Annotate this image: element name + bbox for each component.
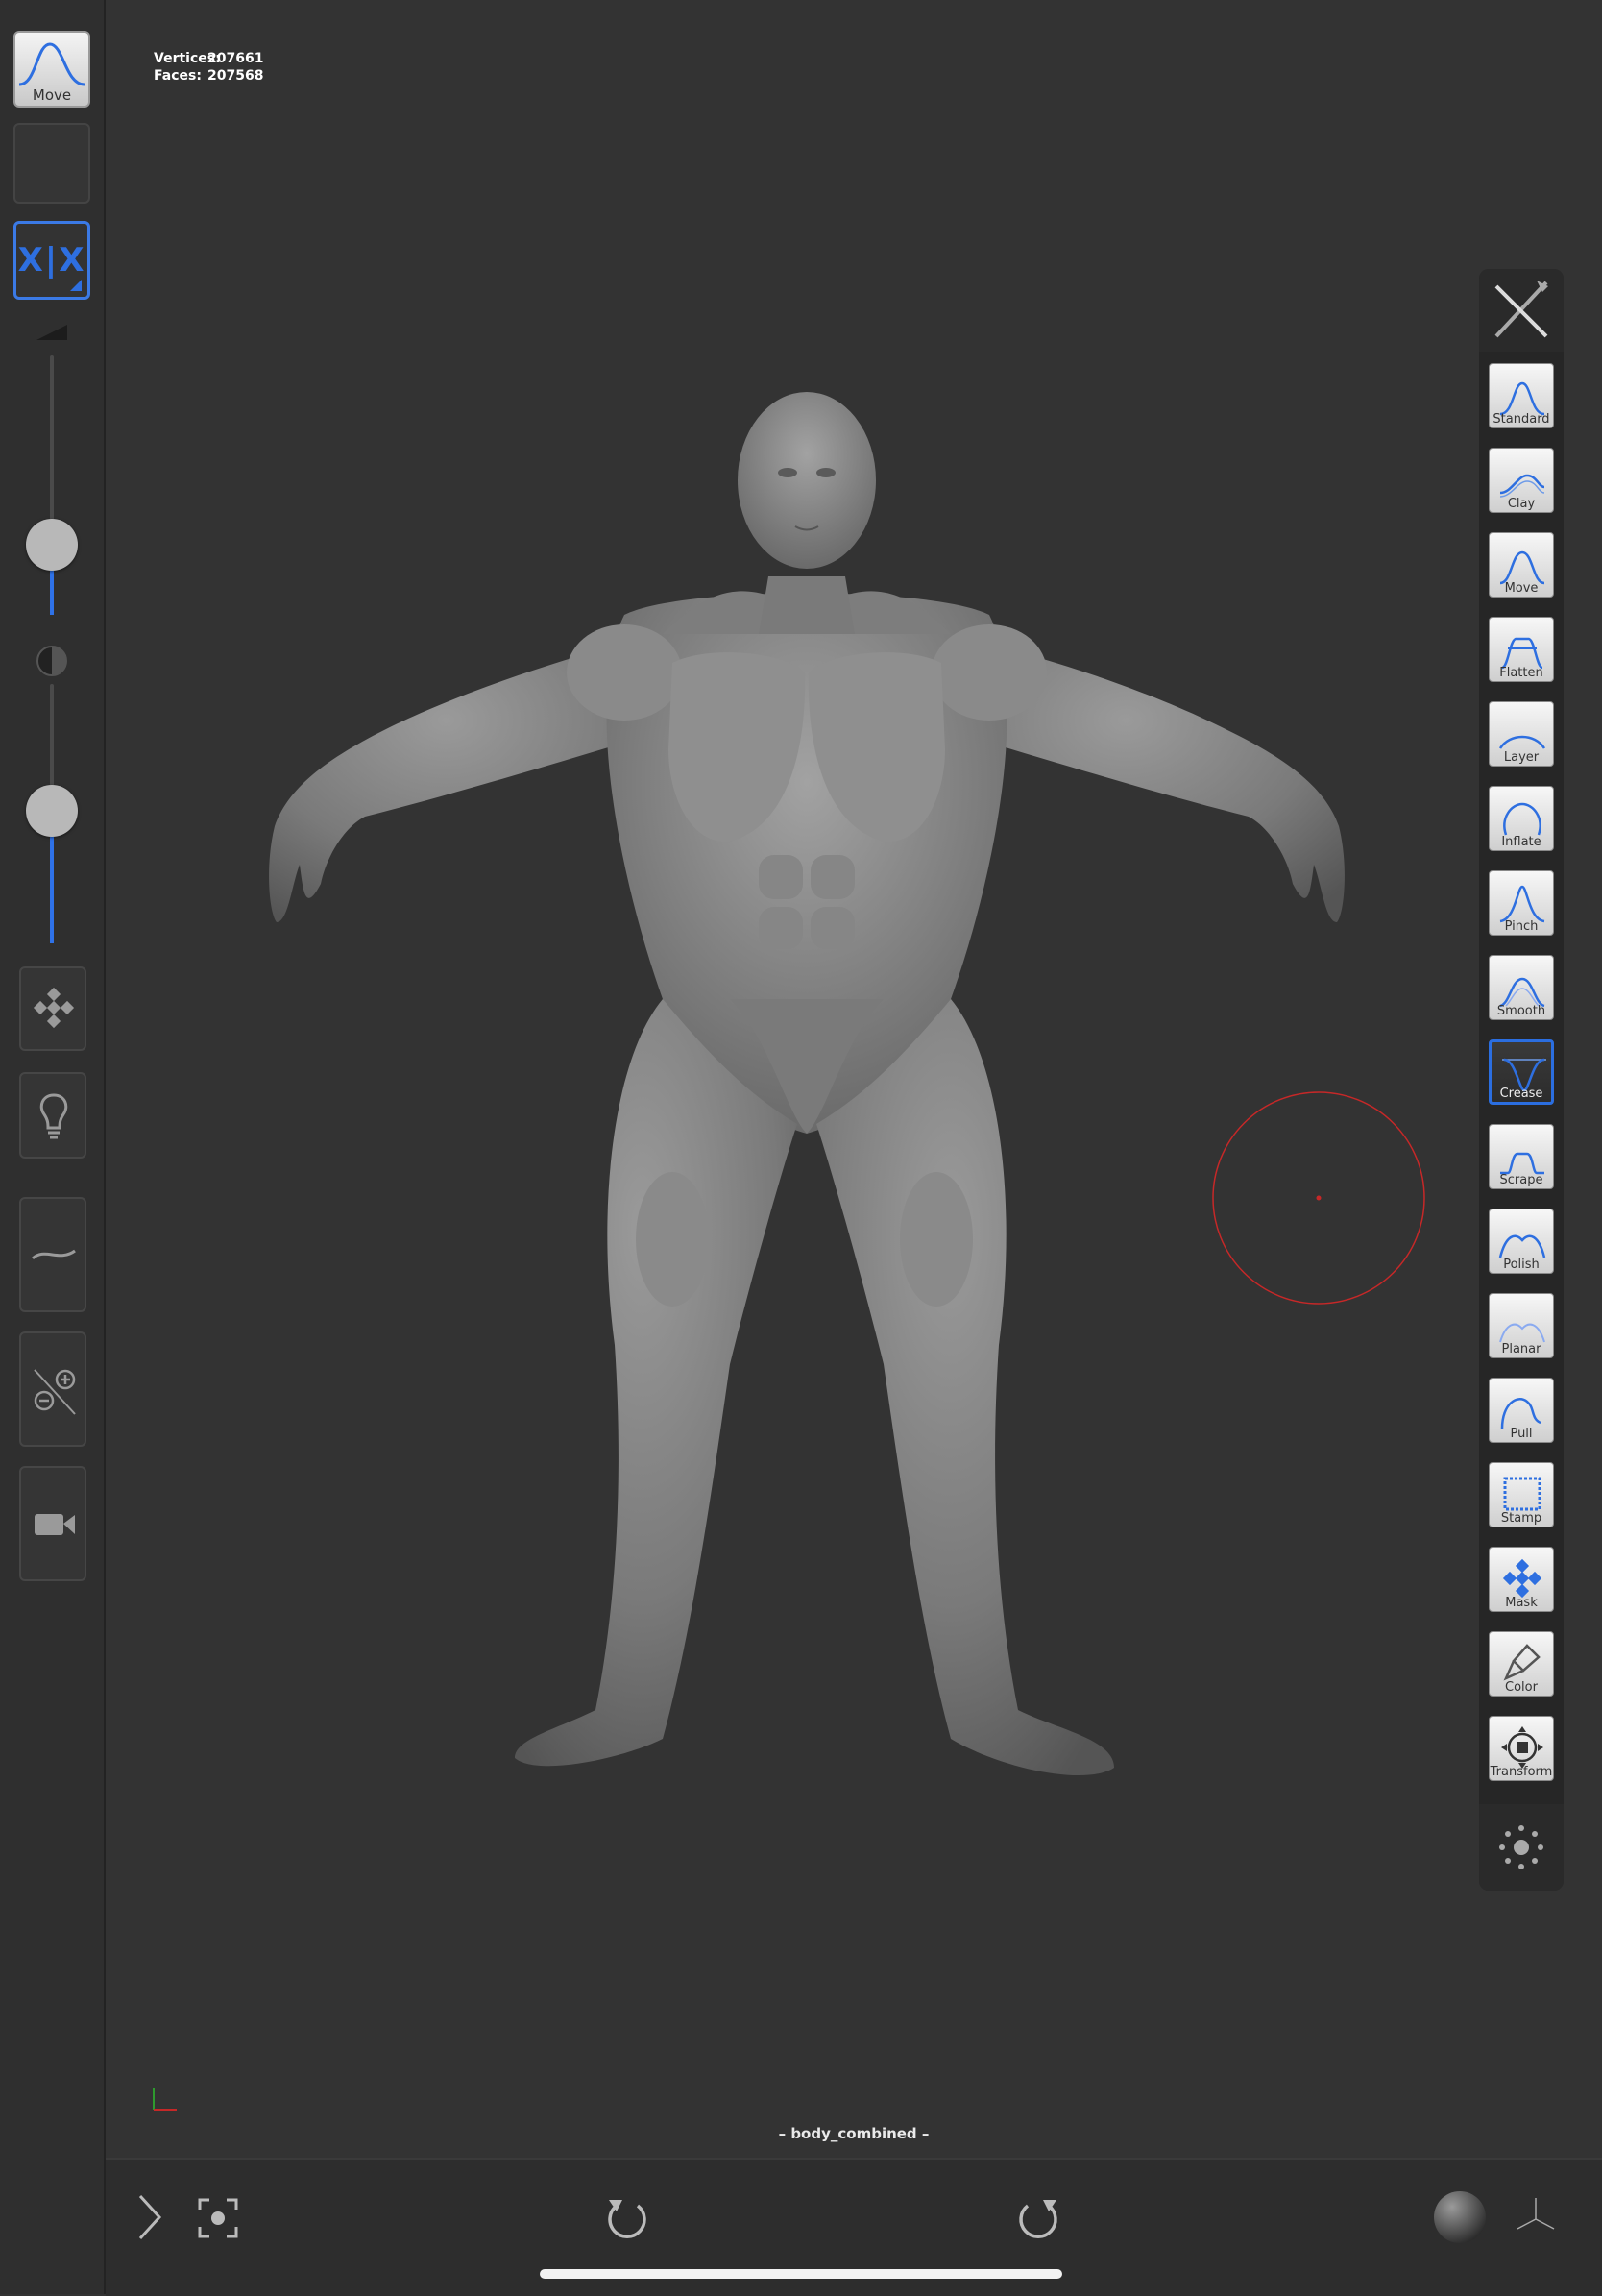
camera-button[interactable] <box>19 1466 86 1581</box>
tool-clay[interactable]: Clay <box>1489 448 1554 513</box>
tool-mask[interactable]: Mask <box>1489 1547 1554 1612</box>
settings-button[interactable] <box>1479 1804 1564 1891</box>
expand-menu-chevron-icon[interactable] <box>127 2188 173 2246</box>
lightbulb-icon <box>39 1093 68 1139</box>
tool-label: Pinch <box>1504 919 1539 934</box>
symmetry-toggle-button[interactable]: X|X <box>13 221 90 300</box>
brush-tool-panel: Standard Clay Move Flatten Layer Inflate Pinch… <box>1479 269 1564 1891</box>
tool-label: Polish <box>1503 1258 1540 1272</box>
stamp-brush-icon <box>1503 1477 1541 1511</box>
tool-pinch[interactable]: Pinch <box>1489 870 1554 936</box>
planar-brush-icon <box>1499 1323 1545 1343</box>
tool-label: Color <box>1505 1680 1538 1695</box>
layer-brush-icon <box>1498 735 1546 749</box>
sculpted-figure <box>269 392 1345 1776</box>
settings-dots-icon <box>1499 1825 1543 1869</box>
tool-label: Scrape <box>1499 1173 1543 1187</box>
tool-label: Flatten <box>1499 666 1543 680</box>
tool-label: Smooth <box>1496 1004 1546 1018</box>
mask-brush-icon <box>1502 1558 1542 1599</box>
tool-label: Move <box>1504 581 1539 596</box>
intensity-slider-thumb[interactable] <box>26 785 78 837</box>
inflate-brush-icon <box>1503 802 1541 836</box>
scrape-brush-icon <box>1500 1152 1544 1175</box>
tool-stamp[interactable]: Stamp <box>1489 1462 1554 1527</box>
tool-scrape[interactable]: Scrape <box>1489 1124 1554 1189</box>
stroke-curve-icon <box>31 1249 76 1260</box>
flatten-brush-icon <box>1501 637 1543 670</box>
brush-cursor <box>1212 1091 1425 1305</box>
home-indicator <box>540 2269 1062 2279</box>
radius-icon <box>36 325 67 340</box>
symmetry-label: X|X <box>17 241 86 280</box>
current-tool-button[interactable]: Move <box>13 31 90 108</box>
left-sidebar: Move X|X <box>0 0 106 2294</box>
axis-gizmo-icon[interactable] <box>1512 2192 1560 2240</box>
material-sphere-icon[interactable] <box>1431 2188 1489 2246</box>
tool-polish[interactable]: Polish <box>1489 1209 1554 1274</box>
subdivide-icon <box>34 1369 76 1415</box>
tool-crease[interactable]: Crease <box>1489 1039 1554 1105</box>
current-tool-label: Move <box>32 86 72 104</box>
tool-label: Stamp <box>1500 1511 1542 1526</box>
frame-focus-icon[interactable] <box>194 2194 242 2242</box>
tool-label: Crease <box>1499 1087 1543 1101</box>
corner-triangle-icon <box>70 280 82 291</box>
brush-crossed-tools-icon <box>1494 281 1548 338</box>
gizmo-button[interactable] <box>19 966 86 1051</box>
brush-category-button[interactable] <box>1479 269 1564 352</box>
tool-flatten[interactable]: Flatten <box>1489 617 1554 682</box>
tool-move[interactable]: Move <box>1489 532 1554 598</box>
tool-inflate[interactable]: Inflate <box>1489 786 1554 851</box>
tool-color[interactable]: Color <box>1489 1631 1554 1697</box>
polish-brush-icon <box>1498 1234 1546 1258</box>
tool-label: Pull <box>1510 1427 1533 1441</box>
pull-brush-icon <box>1500 1398 1541 1429</box>
tool-layer[interactable]: Layer <box>1489 701 1554 767</box>
move-brush-icon <box>18 42 85 86</box>
intensity-icon <box>36 646 67 676</box>
radius-slider-thumb[interactable] <box>26 519 78 571</box>
tool-label: Clay <box>1507 497 1536 511</box>
model-name-label: – body_combined – <box>778 2125 930 2142</box>
stroke-button[interactable] <box>19 1197 86 1312</box>
tool-pull[interactable]: Pull <box>1489 1378 1554 1443</box>
tool-smooth[interactable]: Smooth <box>1489 955 1554 1020</box>
gizmo-icon <box>33 987 75 1029</box>
tool-label: Transform <box>1490 1765 1553 1779</box>
sculpt-viewport[interactable] <box>106 0 1602 2158</box>
empty-slot-button[interactable] <box>13 123 90 204</box>
tool-label: Layer <box>1503 750 1540 765</box>
tool-transform[interactable]: Transform <box>1489 1716 1554 1781</box>
tool-label: Mask <box>1505 1596 1538 1610</box>
tool-label: Standard <box>1493 412 1550 427</box>
tool-standard[interactable]: Standard <box>1489 363 1554 428</box>
undo-icon[interactable] <box>599 2190 653 2244</box>
move-brush-icon <box>1499 550 1545 585</box>
redo-icon[interactable] <box>1012 2190 1066 2244</box>
color-brush-icon <box>1503 1644 1541 1681</box>
camera-icon <box>35 1514 75 1535</box>
subdivision-button[interactable] <box>19 1331 86 1447</box>
smooth-brush-icon <box>1499 977 1545 1008</box>
standard-brush-icon <box>1499 381 1545 416</box>
pinch-brush-icon <box>1499 885 1545 923</box>
tool-label: Inflate <box>1501 835 1541 849</box>
axis-indicator <box>153 2088 177 2111</box>
tool-label: Planar <box>1501 1342 1541 1356</box>
clay-brush-icon <box>1499 474 1545 498</box>
tool-planar[interactable]: Planar <box>1489 1293 1554 1358</box>
lighting-button[interactable] <box>19 1072 86 1159</box>
transform-brush-icon <box>1501 1726 1543 1769</box>
